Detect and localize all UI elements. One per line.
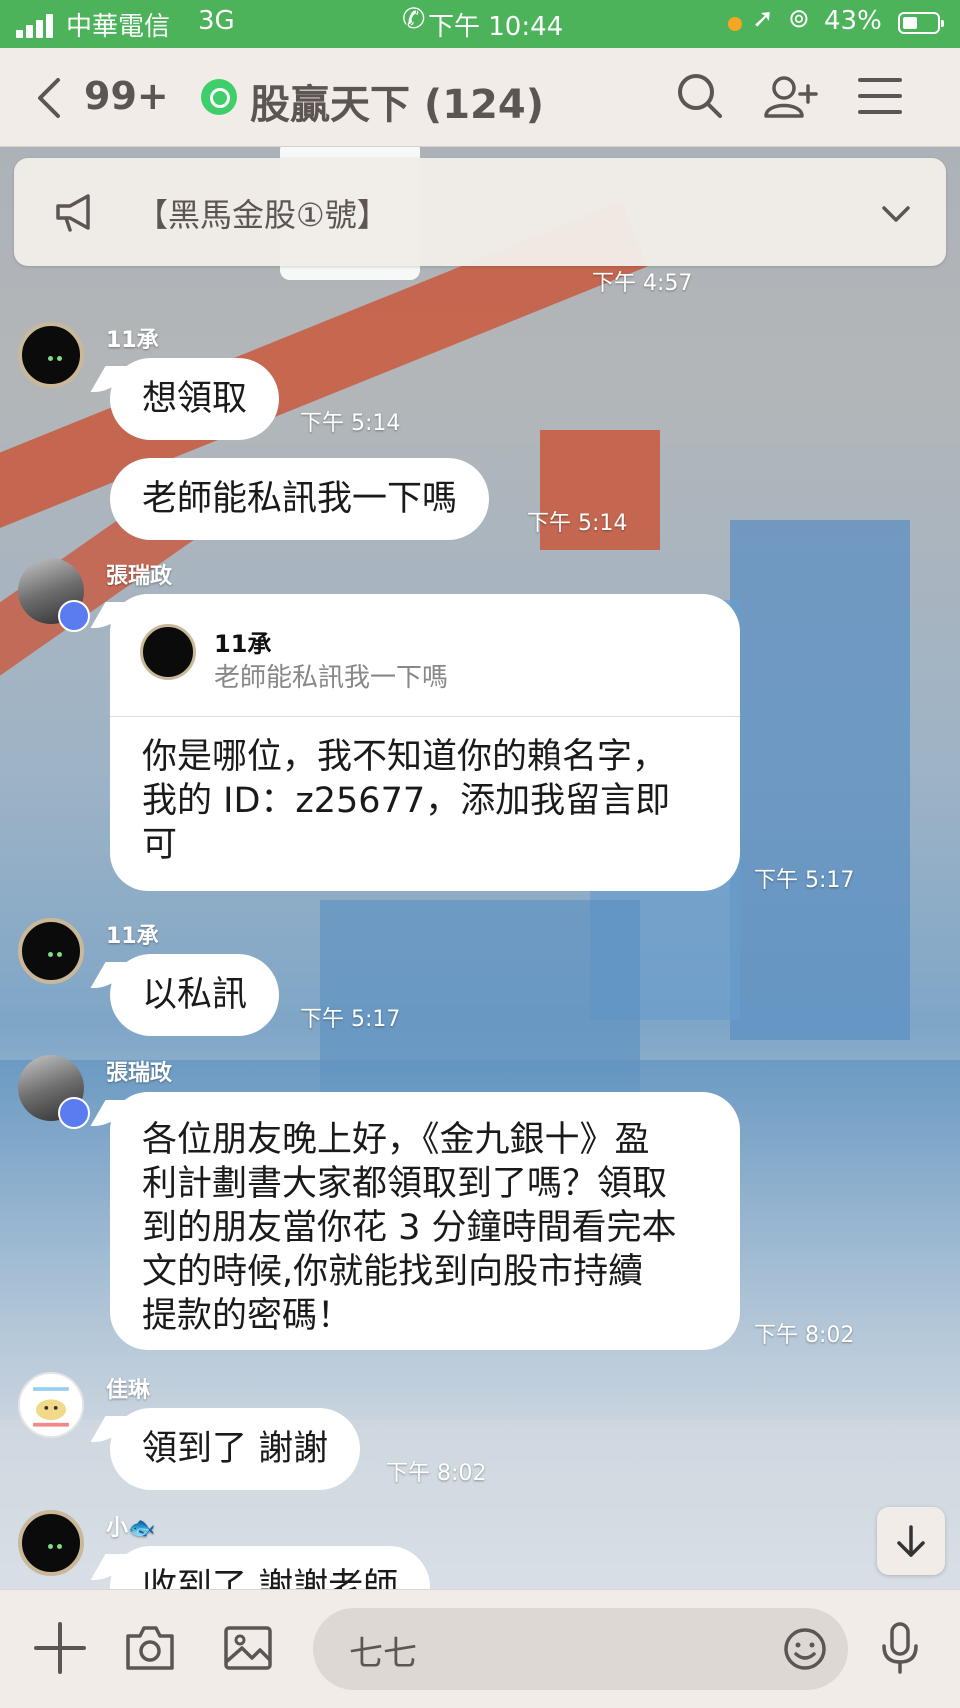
message-time: 下午 8:02 — [386, 1461, 487, 1486]
message-time: 下午 5:14 — [527, 511, 628, 536]
unread-count[interactable]: 99+ — [84, 74, 169, 118]
carrier-label: 中華電信 — [66, 12, 171, 42]
message-text: 以私訊 — [142, 975, 248, 1015]
quoted-avatar — [140, 624, 196, 680]
message-text: 領到了 謝謝 — [142, 1429, 329, 1469]
location-arrow-icon: ➚ — [752, 4, 774, 34]
rotation-lock-icon: ⊚ — [788, 4, 810, 34]
status-time: 下午 10:44 — [428, 12, 564, 42]
avatar[interactable] — [18, 1372, 84, 1438]
message-time: 下午 5:17 — [300, 1007, 401, 1032]
message-time: 下午 5:17 — [754, 868, 855, 893]
chevron-down-icon[interactable] — [876, 194, 916, 234]
message-text: 你是哪位，我不知道你的賴名字， 我的 ID：z25677，添加我留言即 可 — [110, 717, 740, 891]
back-chevron-icon[interactable] — [30, 70, 70, 126]
battery-icon — [898, 12, 944, 34]
message-line: 到的朋友當你花 3 分鐘時間看完本 — [142, 1208, 677, 1248]
chat-header: 99+ 股贏天下 (124) — [0, 48, 960, 147]
avatar[interactable] — [18, 1510, 84, 1576]
add-friend-icon[interactable] — [762, 68, 818, 124]
message-bubble[interactable]: 以私訊 — [110, 954, 280, 1036]
message-line: 利計劃書大家都領取到了嗎？領取 — [142, 1164, 668, 1204]
message-bubble[interactable]: 老師能私訊我一下嗎 — [110, 458, 490, 540]
sender-name: 張瑞政 — [106, 564, 173, 589]
scroll-to-bottom-button[interactable] — [877, 1507, 945, 1575]
status-bar: 中華電信 3G ✆ 下午 10:44 ➚ ⊚ 43% — [0, 0, 960, 48]
menu-icon[interactable] — [852, 68, 908, 124]
sticker-avatar-image — [33, 1387, 69, 1427]
message-time: 下午 5:14 — [300, 411, 401, 436]
message-input-field[interactable] — [313, 1608, 848, 1692]
megaphone-icon — [56, 194, 90, 232]
sender-name: 佳琳 — [106, 1378, 151, 1403]
signal-icon — [16, 14, 56, 38]
sender-name: 11承 — [106, 328, 159, 353]
message-line: 可 — [142, 825, 178, 865]
message-bubble[interactable]: 想領取 — [110, 358, 280, 440]
group-badge-icon — [201, 79, 237, 115]
message-time: 下午 4:57 — [592, 271, 693, 296]
announcement-bar[interactable]: 【黑馬金股①號】 — [14, 158, 946, 266]
admin-crown-icon — [58, 600, 90, 632]
avatar[interactable] — [18, 918, 84, 984]
avatar[interactable] — [18, 322, 84, 388]
message-line: 文的時候,你就能找到向股市持續 — [142, 1252, 644, 1292]
battery-percent: 43% — [824, 6, 882, 36]
chat-title[interactable]: 股贏天下 (124) — [250, 72, 544, 130]
network-label: 3G — [198, 6, 235, 36]
sender-name: 11承 — [106, 924, 159, 949]
announcement-text: 【黑馬金股①號】 — [136, 196, 389, 234]
camera-icon[interactable] — [120, 1618, 180, 1678]
plus-icon[interactable] — [30, 1618, 90, 1678]
message-input-bar — [0, 1589, 960, 1708]
message-line: 我的 ID：z25677，添加我留言即 — [142, 781, 671, 821]
search-icon[interactable] — [672, 68, 728, 124]
message-bubble[interactable]: 領到了 謝謝 — [110, 1408, 361, 1490]
quoted-text: 老師能私訊我一下嗎 — [214, 663, 449, 693]
image-icon[interactable] — [218, 1618, 278, 1678]
message-input[interactable] — [347, 1608, 771, 1692]
phone-icon: ✆ — [402, 2, 426, 35]
reply-message-bubble[interactable]: 11承 老師能私訊我一下嗎 你是哪位，我不知道你的賴名字， 我的 ID：z256… — [110, 594, 740, 891]
message-time: 下午 8:02 — [754, 1323, 855, 1348]
message-line: 各位朋友晚上好，《金九銀十》盈 — [142, 1120, 650, 1160]
quoted-message[interactable]: 11承 老師能私訊我一下嗎 — [110, 594, 740, 717]
message-line: 提款的密碼！ — [142, 1296, 353, 1336]
microphone-icon[interactable] — [870, 1618, 930, 1678]
location-dot-icon — [728, 17, 742, 31]
message-text: 想領取 — [142, 379, 248, 419]
emoji-icon[interactable] — [781, 1625, 829, 1673]
message-text: 老師能私訊我一下嗎 — [142, 479, 458, 519]
message-bubble[interactable]: 各位朋友晚上好，《金九銀十》盈 利計劃書大家都領取到了嗎？領取 到的朋友當你花 … — [110, 1092, 740, 1350]
admin-crown-icon — [58, 1097, 90, 1129]
arrow-down-icon — [897, 1525, 925, 1557]
message-line: 你是哪位，我不知道你的賴名字， — [142, 737, 668, 777]
battery-level — [903, 17, 917, 29]
sender-name: 張瑞政 — [106, 1061, 173, 1086]
sender-name: 小🐟 — [106, 1516, 156, 1541]
